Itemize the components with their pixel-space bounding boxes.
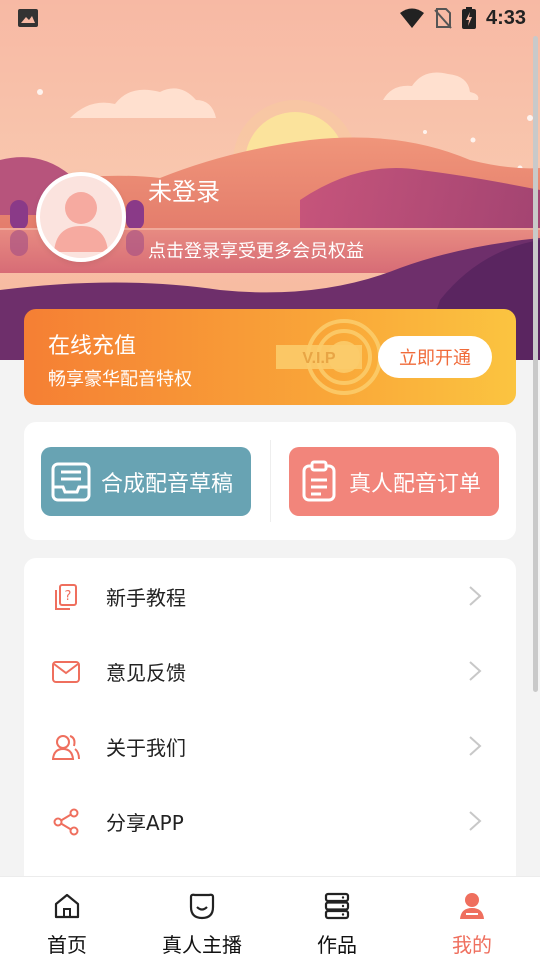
- home-icon: [54, 893, 80, 919]
- menu-list: ? 新手教程 意见反馈 关于我们 分享APP: [24, 558, 516, 888]
- menu-item-tutorial[interactable]: ? 新手教程: [24, 559, 516, 634]
- share-icon: [53, 808, 79, 835]
- vip-recharge-card[interactable]: 在线充值 畅享豪华配音特权 V.I.P 立即开通: [24, 309, 516, 405]
- status-bar: 4:33: [0, 0, 540, 36]
- real-voice-order-button[interactable]: 真人配音订单: [289, 447, 499, 516]
- synth-draft-button[interactable]: 合成配音草稿: [41, 447, 251, 516]
- no-sim-icon: [434, 8, 452, 29]
- chevron-right-icon: [469, 811, 482, 831]
- status-time: 4:33: [485, 6, 526, 29]
- menu-item-about[interactable]: 关于我们: [24, 709, 516, 784]
- bottom-nav: 首页 真人主播 作品 我的: [0, 876, 540, 960]
- wifi-icon: [399, 8, 424, 28]
- login-prompt-subtitle[interactable]: 点击登录享受更多会员权益: [148, 237, 364, 263]
- vip-card-subtitle: 畅享豪华配音特权: [48, 369, 192, 390]
- chevron-right-icon: [469, 736, 482, 756]
- synth-draft-label: 合成配音草稿: [101, 471, 234, 497]
- vip-card-title: 在线充值: [48, 334, 137, 359]
- login-status-title[interactable]: 未登录: [148, 172, 220, 207]
- menu-item-tutorial-label: 新手教程: [106, 586, 186, 610]
- menu-item-share-label: 分享APP: [106, 811, 184, 835]
- menu-item-feedback[interactable]: 意见反馈: [24, 634, 516, 709]
- profile-person-icon: [460, 893, 484, 919]
- image-icon: [18, 9, 38, 27]
- face-anchor-icon: [189, 893, 215, 920]
- mail-feedback-icon: [52, 660, 80, 683]
- svg-text:?: ?: [65, 589, 72, 604]
- avatar-placeholder-icon: [54, 192, 108, 252]
- menu-item-about-label: 关于我们: [106, 736, 186, 760]
- nav-tab-home[interactable]: 首页: [7, 877, 127, 960]
- nav-tab-works-label: 作品: [317, 933, 357, 957]
- clipboard-order-icon: [302, 460, 336, 501]
- nav-tab-anchor[interactable]: 真人主播: [142, 877, 262, 960]
- menu-item-feedback-label: 意见反馈: [106, 661, 186, 685]
- chevron-right-icon: [469, 661, 482, 681]
- nav-tab-home-label: 首页: [47, 933, 87, 957]
- draft-box-icon: [51, 462, 91, 501]
- users-about-icon: [52, 734, 80, 760]
- nav-tab-works[interactable]: 作品: [277, 877, 397, 960]
- nav-tab-mine[interactable]: 我的: [412, 877, 532, 960]
- page-scrollbar[interactable]: [533, 36, 538, 692]
- open-vip-button[interactable]: 立即开通: [378, 336, 492, 378]
- battery-charging-icon: [461, 7, 476, 29]
- menu-item-share[interactable]: 分享APP: [24, 784, 516, 859]
- tutorial-question-icon: ?: [55, 583, 77, 610]
- works-stack-icon: [324, 892, 350, 920]
- chevron-right-icon: [469, 586, 482, 606]
- quick-actions-card: 合成配音草稿 真人配音订单: [24, 422, 516, 540]
- nav-tab-mine-label: 我的: [452, 933, 492, 957]
- vip-badge-text: V.I.P: [302, 350, 336, 367]
- action-divider: [270, 440, 271, 522]
- avatar[interactable]: [36, 172, 126, 262]
- real-voice-order-label: 真人配音订单: [349, 471, 482, 497]
- nav-tab-anchor-label: 真人主播: [162, 933, 242, 957]
- vip-badge-icon: V.I.P: [276, 319, 382, 395]
